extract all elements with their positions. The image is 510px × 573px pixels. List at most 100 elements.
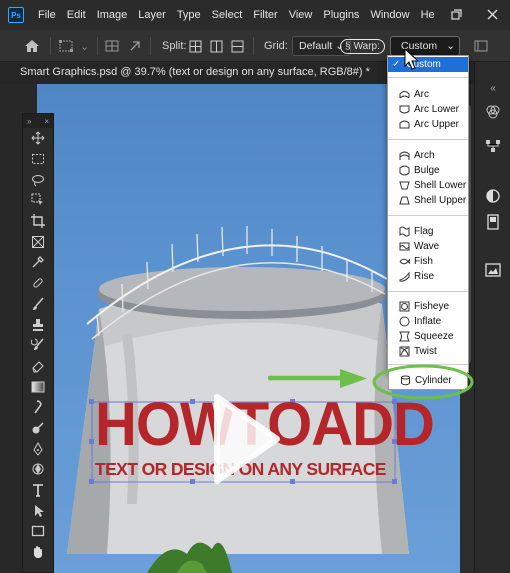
frame-tool-icon[interactable] [23,231,53,252]
divider [97,37,98,55]
warp-option-arc-upper[interactable]: Arc Upper [388,117,468,132]
menu-edit[interactable]: Edit [67,9,86,21]
collapse-icon[interactable]: » [27,117,31,126]
menu-divider [388,139,468,140]
menu-plugins[interactable]: Plugins [323,9,359,21]
chevron-down-icon[interactable]: ⌄ [80,30,89,62]
warp-select[interactable]: Custom ⌄ [390,36,460,56]
warp-option-shell-upper[interactable]: Shell Upper [388,193,468,208]
warp-option-twist[interactable]: Twist [388,344,468,359]
menu-divider [388,215,468,216]
warp-option-label: Shell Upper [414,195,467,206]
highlight-ellipse [372,364,474,400]
play-overlay-icon[interactable] [207,389,287,489]
warp-option-wave[interactable]: Wave [388,239,468,254]
marquee-tool-icon[interactable] [23,149,53,170]
path-selection-tool-icon[interactable] [23,500,53,521]
type-tool-icon[interactable] [23,480,53,501]
inflate-icon [398,316,410,328]
menu-layer[interactable]: Layer [138,9,166,21]
menu-window[interactable]: Window [370,9,409,21]
split-vertical-icon[interactable] [210,30,223,62]
warp-option-label: Arc [414,89,429,100]
rectangle-tool-icon[interactable] [23,521,53,542]
menu-divider [388,291,468,292]
menu-help[interactable]: He [421,9,435,21]
warp-option-inflate[interactable]: Inflate [388,314,468,329]
close-icon[interactable]: × [44,117,49,126]
warp-option-flag[interactable]: Flag [388,224,468,239]
divider [50,37,51,55]
warp-option-squeeze[interactable]: Squeeze [388,329,468,344]
eyedropper-tool-icon[interactable] [23,252,53,273]
rise-icon [398,271,410,283]
warp-option-label: Arc Upper [414,119,460,130]
arc-upper-icon [398,119,410,131]
tools-panel: » × [22,113,54,573]
menu-filter[interactable]: Filter [253,9,277,21]
warp-option-arch[interactable]: Arch [388,148,468,163]
dodge-tool-icon[interactable] [23,418,53,439]
crop-tool-icon[interactable] [23,211,53,232]
window-controls [448,6,500,22]
collapse-panel-icon[interactable]: « [483,78,503,98]
menu-select[interactable]: Select [212,9,243,21]
warp-option-label: Shell Lower [414,180,467,191]
healing-brush-tool-icon[interactable] [23,273,53,294]
transform-mode-icon[interactable] [58,30,74,62]
divider [253,37,254,55]
object-select-tool-icon[interactable] [23,190,53,211]
smudge-tool-icon[interactable] [23,397,53,418]
move-tool-icon[interactable] [23,128,53,149]
history-brush-tool-icon[interactable] [23,335,53,356]
document-title: Smart Graphics.psd @ 39.7% (text or desi… [20,66,370,78]
warp-option-label: Inflate [414,316,442,327]
warp-option-arc-lower[interactable]: Arc Lower [388,102,468,117]
warp-option-fisheye[interactable]: Fisheye [388,299,468,314]
reference-point-icon[interactable] [104,30,120,62]
warp-option-bulge[interactable]: Bulge [388,163,468,178]
orientation-icon[interactable] [474,30,488,62]
menu-type[interactable]: Type [177,9,201,21]
split-crosswise-icon[interactable] [189,30,202,62]
adjustments-panel-icon[interactable] [483,186,503,206]
close-icon[interactable] [484,6,500,22]
menu-view[interactable]: View [289,9,313,21]
lasso-tool-icon[interactable] [23,169,53,190]
warp-option-fish[interactable]: Fish [388,254,468,269]
hand-tool-icon[interactable] [23,542,53,563]
menu-file[interactable]: File [38,9,56,21]
pen-tool-icon[interactable] [23,438,53,459]
warp-label: § Warp: [340,38,385,54]
warp-option-label: Flag [414,226,434,237]
paths-panel-icon[interactable] [483,136,503,156]
warp-option-shell-lower[interactable]: Shell Lower [388,178,468,193]
menu-bar: Ps File Edit Image Layer Type Select Fil… [0,0,510,30]
flag-icon [398,226,410,238]
warp-option-custom[interactable]: ✓ Custom [388,57,468,72]
link-icon[interactable] [128,30,142,62]
warp-dropdown-menu: ✓ Custom Arc Arc Lower Arc Upper Arch Bu… [387,55,469,373]
warp-label-wrap: § Warp: [340,30,385,62]
gradient-tool-icon[interactable] [23,376,53,397]
stamp-tool-icon[interactable] [23,314,53,335]
libraries-panel-icon[interactable] [483,212,503,232]
brush-tool-icon[interactable] [23,294,53,315]
menu-image[interactable]: Image [97,9,128,21]
color-panel-icon[interactable] [483,102,503,122]
pen-path-tool-icon[interactable] [23,459,53,480]
tools-panel-header[interactable]: » × [23,114,53,128]
warp-option-label: Arc Lower [414,104,460,115]
warp-icon: § [345,40,351,52]
checkmark-icon: ✓ [392,59,401,70]
warp-option-label: Fisheye [414,301,450,312]
squeeze-icon [398,331,410,343]
warp-option-rise[interactable]: Rise [388,269,468,284]
split-horizontal-icon[interactable] [231,30,244,62]
home-icon[interactable] [24,30,40,62]
warp-option-label: Squeeze [414,331,454,342]
restore-icon[interactable] [448,6,464,22]
warp-option-arc[interactable]: Arc [388,87,468,102]
image-panel-icon[interactable] [483,260,503,280]
eraser-tool-icon[interactable] [23,356,53,377]
